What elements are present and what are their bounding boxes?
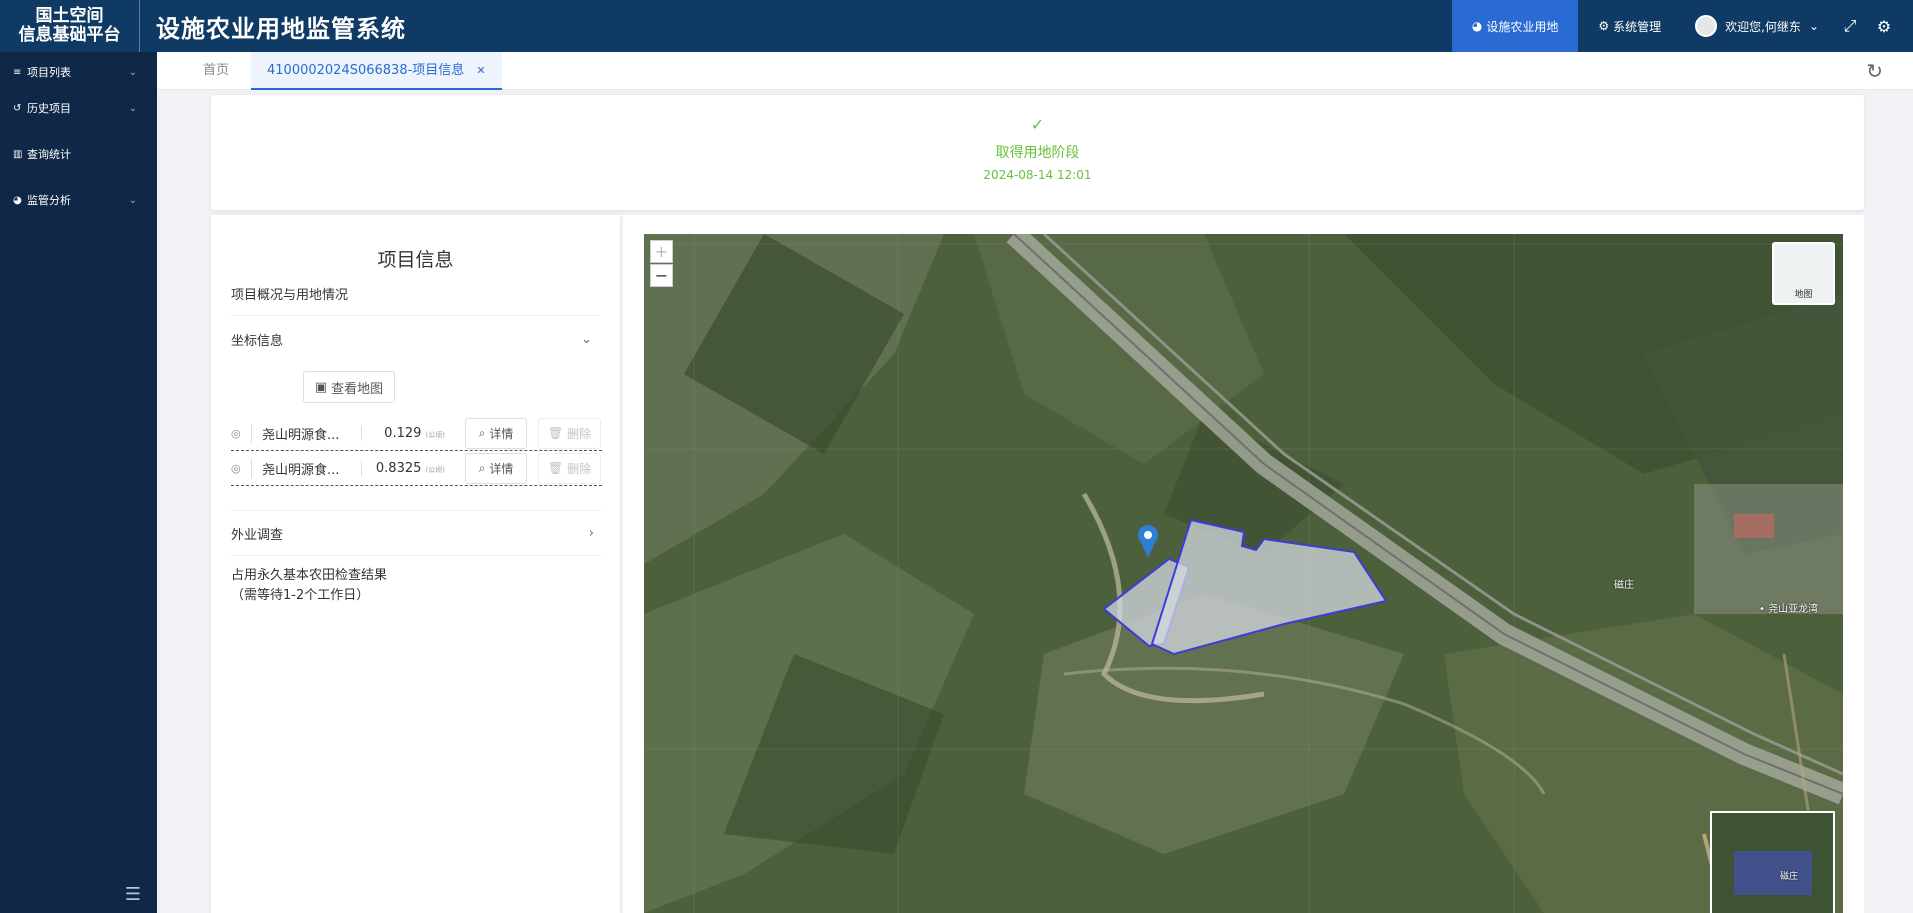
sidebar-item-query-stats[interactable]: ▥ 查询统计 <box>0 136 157 172</box>
chevron-down-icon: ⌄ <box>128 194 137 206</box>
view-map-label: 查看地图 <box>331 381 384 397</box>
location-icon: ◎ <box>231 461 241 475</box>
avatar <box>1695 15 1718 37</box>
sidebar-item-label: 项目列表 <box>27 66 71 79</box>
place-label: • 尧山亚龙湾 <box>1759 604 1819 615</box>
chevron-down-icon: ⌄ <box>581 331 592 347</box>
search-icon: ⌕ <box>478 425 486 440</box>
chevron-down-icon: ⌄ <box>128 102 137 114</box>
stage-time: 2024-08-14 12:01 <box>983 168 1092 182</box>
detail-button[interactable]: ⌕ 详情 <box>465 452 527 484</box>
map-imagery <box>644 234 1843 913</box>
refresh-icon[interactable]: ↻ <box>1866 59 1883 83</box>
layer-switch-label: 地图 <box>1794 290 1813 300</box>
detail-label: 详情 <box>489 461 514 476</box>
trash-icon: 🗑 <box>547 426 564 440</box>
map-panel: + − 地图 磁庄 • 尧山亚龙湾 磁庄 <box>623 215 1864 913</box>
coord-area-unit: (公顷) <box>425 465 445 474</box>
settings-icon[interactable]: ⚙ <box>1867 17 1901 36</box>
close-icon[interactable]: ✕ <box>476 64 485 77</box>
zoom-out-button[interactable]: − <box>650 264 673 287</box>
list-icon: ≡ <box>13 66 22 78</box>
chevron-down-icon: ⌄ <box>128 66 137 78</box>
sidebar-item-label: 查询统计 <box>27 148 71 161</box>
status-card: ✓ 取得用地阶段 2024-08-14 12:01 <box>211 95 1864 210</box>
logo-line2: 信息基础平台 <box>18 25 121 45</box>
platform-logo: 国土空间 信息基础平台 <box>0 0 140 52</box>
detail-button[interactable]: ⌕ 详情 <box>465 417 527 449</box>
image-icon: ▣ <box>314 379 328 395</box>
pie-icon: ◕ <box>1471 19 1483 33</box>
header-right: ◕ 设施农业用地 ⚙ 系统管理 欢迎您,何继东 ⌄ ⤢ ⚙ <box>1451 0 1913 52</box>
coord-name: 尧山明源食... <box>251 423 361 443</box>
overview-viewport <box>1734 851 1812 895</box>
view-map-button[interactable]: ▣ 查看地图 <box>303 371 395 403</box>
coord-row: ◎ 尧山明源食... 0.8325 (公顷) ⌕ 详情 🗑 删除 <box>231 451 602 486</box>
coord-row: ◎ 尧山明源食... 0.129 (公顷) ⌕ 详情 🗑 删除 <box>231 416 602 451</box>
coord-area: 0.8325 (公顷) <box>361 460 451 476</box>
nav-system-management[interactable]: ⚙ 系统管理 <box>1578 0 1681 52</box>
history-icon: ↺ <box>13 102 22 114</box>
delete-label: 删除 <box>567 461 592 476</box>
bar-chart-icon: ▥ <box>13 148 23 160</box>
chevron-down-icon: ⌄ <box>1808 19 1819 33</box>
panel-title: 项目信息 <box>377 249 454 271</box>
zoom-in-button[interactable]: + <box>650 240 673 263</box>
stage-label: 取得用地阶段 <box>995 145 1080 161</box>
delete-label: 删除 <box>567 426 592 441</box>
sidebar-item-label: 监管分析 <box>27 194 71 207</box>
logo-line1: 国土空间 <box>35 6 104 26</box>
check-result-title: 占用永久基本农田检查结果 <box>231 568 388 583</box>
chevron-right-icon: › <box>588 525 594 541</box>
coord-area: 0.129 (公顷) <box>361 425 451 441</box>
coord-name: 尧山明源食... <box>251 458 361 478</box>
nav-facility-land[interactable]: ◕ 设施农业用地 <box>1451 0 1579 52</box>
tab-bar: 首页 4100002024S066838-项目信息 ✕ ↻ <box>157 52 1913 90</box>
overview-section[interactable]: 项目概况与用地情况 <box>231 272 600 316</box>
field-survey-label: 外业调查 <box>231 527 284 543</box>
nav-system-management-label: 系统管理 <box>1613 19 1662 34</box>
trash-icon: 🗑 <box>547 461 564 475</box>
fullscreen-icon[interactable]: ⤢ <box>1833 16 1867 36</box>
top-header: 国土空间 信息基础平台 设施农业用地监管系统 ◕ 设施农业用地 ⚙ 系统管理 欢… <box>0 0 1913 52</box>
check-icon: ✓ <box>1030 115 1045 134</box>
coord-area-unit: (公顷) <box>425 430 445 439</box>
coord-area-value: 0.8325 <box>375 460 422 476</box>
coord-section-header[interactable]: 坐标信息 ⌄ <box>231 316 600 362</box>
tab-project-info[interactable]: 4100002024S066838-项目信息 ✕ <box>251 52 502 90</box>
gears-icon: ⚙ <box>1598 19 1610 33</box>
overview-label: 磁庄 <box>1780 872 1799 882</box>
coord-area-value: 0.129 <box>384 425 422 441</box>
location-icon: ◎ <box>231 426 241 440</box>
check-result-note: （需等待1-2个工作日） <box>231 588 370 603</box>
coord-section-label: 坐标信息 <box>231 333 284 349</box>
sidebar-item-history-projects[interactable]: ↺ 历史项目 ⌄ <box>0 90 157 126</box>
overview-map[interactable]: 磁庄 <box>1710 811 1835 913</box>
pie-chart-icon: ◕ <box>13 194 22 206</box>
sidebar: ≡ 项目列表 ⌄ ↺ 历史项目 ⌄ ▥ 查询统计 ◕ 监管分析 ⌄ ☰ <box>0 52 157 913</box>
user-menu[interactable]: 欢迎您,何继东 ⌄ <box>1681 0 1833 52</box>
satellite-map[interactable]: + − 地图 磁庄 • 尧山亚龙湾 磁庄 <box>644 234 1843 913</box>
project-info-panel: 项目信息 项目概况与用地情况 坐标信息 ⌄ ▣ 查看地图 ◎ 尧山明源食... … <box>211 215 620 913</box>
detail-label: 详情 <box>489 426 514 441</box>
place-label: 磁庄 <box>1614 580 1634 591</box>
tab-home[interactable]: 首页 <box>187 52 245 90</box>
search-icon: ⌕ <box>478 460 486 475</box>
delete-button[interactable]: 🗑 删除 <box>538 417 601 449</box>
sidebar-item-project-list[interactable]: ≡ 项目列表 ⌄ <box>0 54 157 90</box>
sidebar-item-label: 历史项目 <box>27 102 71 115</box>
basic-farmland-check: 占用永久基本农田检查结果 （需等待1-2个工作日） <box>231 566 387 606</box>
layer-switch[interactable]: 地图 <box>1772 242 1835 305</box>
field-survey-section[interactable]: 外业调查 › <box>231 510 602 556</box>
nav-facility-land-label: 设施农业用地 <box>1486 19 1559 34</box>
user-greeting: 欢迎您,何继东 <box>1725 19 1801 34</box>
collapse-menu-icon[interactable]: ☰ <box>125 884 141 905</box>
sidebar-item-supervision-analysis[interactable]: ◕ 监管分析 ⌄ <box>0 182 157 218</box>
tab-project-info-label: 4100002024S066838-项目信息 <box>267 63 465 78</box>
app-title: 设施农业用地监管系统 <box>156 14 406 43</box>
delete-button[interactable]: 🗑 删除 <box>538 452 601 484</box>
